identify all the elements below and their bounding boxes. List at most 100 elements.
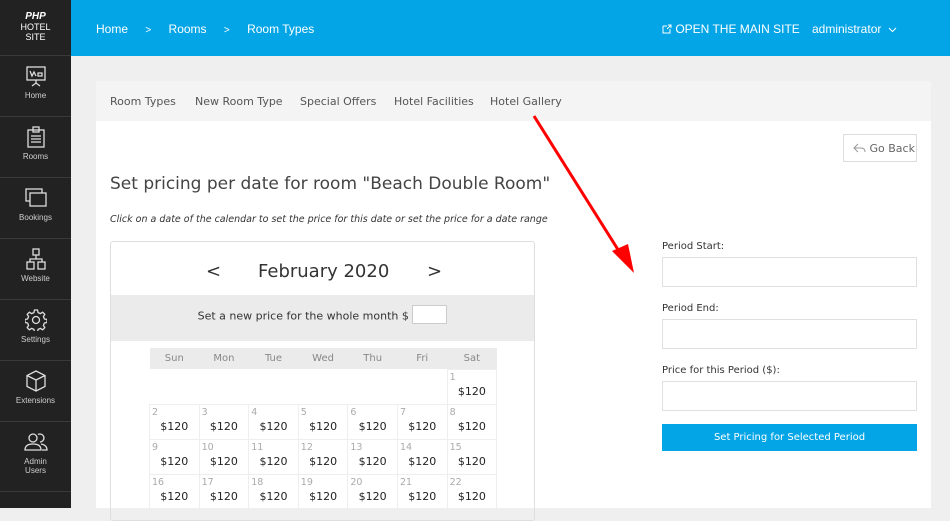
day-number: 10 xyxy=(201,441,214,453)
tab-special-offers[interactable]: Special Offers xyxy=(300,95,376,108)
calendar-day-cell[interactable]: 18 $120 xyxy=(248,473,299,510)
calendar-day-cell[interactable]: 3 $120 xyxy=(198,403,250,440)
logo-line-2: HOTEL xyxy=(20,22,51,32)
sidebar-item-bookings[interactable]: Bookings xyxy=(0,178,71,239)
sidebar-item-rooms[interactable]: Rooms xyxy=(0,117,71,178)
tab-new-room-type[interactable]: New Room Type xyxy=(195,95,283,108)
sidebar-item-label: Bookings xyxy=(19,213,52,222)
calendar-empty-cell xyxy=(150,369,200,404)
calendar-day-cell[interactable]: 8 $120 xyxy=(446,403,498,440)
day-price: $120 xyxy=(358,489,387,503)
day-number: 7 xyxy=(399,406,407,418)
day-price: $120 xyxy=(408,419,437,433)
day-number: 6 xyxy=(350,406,357,418)
day-number: 18 xyxy=(251,476,264,488)
calendar-day-cell[interactable]: 2 $120 xyxy=(149,403,200,440)
calendar-day-cell[interactable]: 17 $120 xyxy=(198,473,250,510)
whole-month-price-input[interactable] xyxy=(412,305,448,324)
day-price: $120 xyxy=(358,419,387,433)
weekday-header: Fri xyxy=(397,348,448,369)
tab-hotel-gallery[interactable]: Hotel Gallery xyxy=(490,95,562,108)
period-price-input[interactable] xyxy=(662,381,917,411)
period-end-input[interactable] xyxy=(662,319,917,349)
calendar-day-cell[interactable]: 13 $120 xyxy=(347,438,398,475)
period-end-label: Period End: xyxy=(662,303,719,314)
set-pricing-button[interactable]: Set Pricing for Selected Period xyxy=(662,424,917,451)
sidebar-item-settings[interactable]: Settings xyxy=(0,300,71,361)
calendar-day-cell[interactable]: 7 $120 xyxy=(396,403,448,440)
instructions: Click on a date of the calendar to set t… xyxy=(110,214,548,225)
day-price: $120 xyxy=(209,454,238,468)
calendar-day-cell[interactable]: 12 $120 xyxy=(297,438,349,475)
whole-month-price-row: Set a new price for the whole month $ xyxy=(111,295,534,341)
calendar-week-row: 2 $120 3 $120 4 $120 5 $120 6 $120 7 $120 8 $120 xyxy=(149,403,498,440)
calendar-day-cell[interactable]: 11 $120 xyxy=(248,438,299,475)
calendar-empty-cell xyxy=(199,369,249,404)
calendar-empty-cell xyxy=(298,369,348,404)
period-start-input[interactable] xyxy=(662,257,917,287)
sidebar-item-label: Extensions xyxy=(15,396,56,405)
weekday-header: Thu xyxy=(347,348,398,369)
go-back-button[interactable]: Go Back xyxy=(843,134,917,162)
day-price: $120 xyxy=(160,454,189,468)
calendar-day-cell[interactable]: 6 $120 xyxy=(347,403,398,440)
day-number: 8 xyxy=(449,406,456,418)
calendar-day-cell[interactable]: 4 $120 xyxy=(248,403,299,440)
whole-month-price-label: Set a new price for the whole month $ xyxy=(197,309,409,323)
calendar-day-cell[interactable]: 22 $120 xyxy=(446,473,498,510)
day-price: $120 xyxy=(160,419,189,433)
day-price: $120 xyxy=(209,419,238,433)
open-main-site-link[interactable]: OPEN THE MAIN SITE xyxy=(662,22,800,36)
sidebar-item-admin-users[interactable]: Admin Users xyxy=(0,422,71,492)
day-number: 19 xyxy=(300,476,313,488)
sidebar-item-label: Home xyxy=(24,91,47,100)
day-price: $120 xyxy=(457,489,486,503)
breadcrumb-home[interactable]: Home xyxy=(96,22,128,36)
day-number: 14 xyxy=(399,441,413,453)
user-menu[interactable]: administrator xyxy=(812,22,897,36)
logo-line-3: SITE xyxy=(25,32,46,42)
calendar-empty-cell xyxy=(348,369,398,404)
sub-nav: Room Types New Room Type Special Offers … xyxy=(96,81,931,121)
calendar-grid: Sun Mon Tue Wed Thu Fri Sat 1 $120 2 $120 3 $120 4 $1… xyxy=(149,348,498,510)
pricing-calendar: < February 2020 > Set a new price for th… xyxy=(110,241,535,521)
tab-room-types[interactable]: Room Types xyxy=(110,95,176,108)
weekday-header: Wed xyxy=(298,348,348,369)
top-bar: Home > Rooms > Room Types OPEN THE MAIN … xyxy=(71,0,950,56)
day-number: 20 xyxy=(350,476,363,488)
calendar-day-cell[interactable]: 19 $120 xyxy=(297,473,349,510)
calendar-day-cell[interactable]: 21 $120 xyxy=(396,473,448,510)
breadcrumb-rooms[interactable]: Rooms xyxy=(169,22,207,36)
calendar-day-cell[interactable]: 16 $120 xyxy=(149,473,200,510)
day-number: 5 xyxy=(300,406,307,418)
sidebar: PHP HOTEL SITE Home Rooms Bookings Websi… xyxy=(0,0,71,508)
breadcrumb-room-types[interactable]: Room Types xyxy=(247,22,314,36)
prev-month-button[interactable]: < xyxy=(206,261,221,282)
content-panel: Room Types New Room Type Special Offers … xyxy=(96,81,931,521)
next-month-button[interactable]: > xyxy=(427,261,442,282)
calendar-day-cell[interactable]: 15 $120 xyxy=(446,438,498,475)
clipboard-icon xyxy=(26,126,45,148)
tab-hotel-facilities[interactable]: Hotel Facilities xyxy=(394,95,474,108)
sidebar-item-website[interactable]: Website xyxy=(0,239,71,300)
sidebar-item-home[interactable]: Home xyxy=(0,56,71,117)
calendar-week-row: 9 $120 10 $120 11 $120 12 $120 13 $120 14 $120 15 $12… xyxy=(149,438,498,475)
day-price: $120 xyxy=(457,384,486,398)
logo[interactable]: PHP HOTEL SITE xyxy=(0,0,71,56)
calendar-day-cell[interactable]: 9 $120 xyxy=(149,438,200,475)
day-price: $120 xyxy=(259,419,288,433)
calendar-day-cell[interactable]: 14 $120 xyxy=(396,438,448,475)
day-number: 11 xyxy=(251,441,264,453)
sidebar-item-extensions[interactable]: Extensions xyxy=(0,361,71,422)
period-pricing-form: Period Start: Period End: Price for this… xyxy=(662,241,917,451)
day-price: $120 xyxy=(309,419,338,433)
calendar-day-cell[interactable]: 1 $120 xyxy=(446,368,498,405)
open-main-site-label: OPEN THE MAIN SITE xyxy=(675,22,800,36)
calendar-day-cell[interactable]: 10 $120 xyxy=(198,438,250,475)
breadcrumb-separator: > xyxy=(145,25,152,36)
day-price: $120 xyxy=(408,454,437,468)
calendar-header: < February 2020 > xyxy=(111,242,534,295)
calendar-day-cell[interactable]: 20 $120 xyxy=(347,473,398,510)
calendar-day-cell[interactable]: 5 $120 xyxy=(297,403,349,440)
day-number: 2 xyxy=(152,406,159,418)
